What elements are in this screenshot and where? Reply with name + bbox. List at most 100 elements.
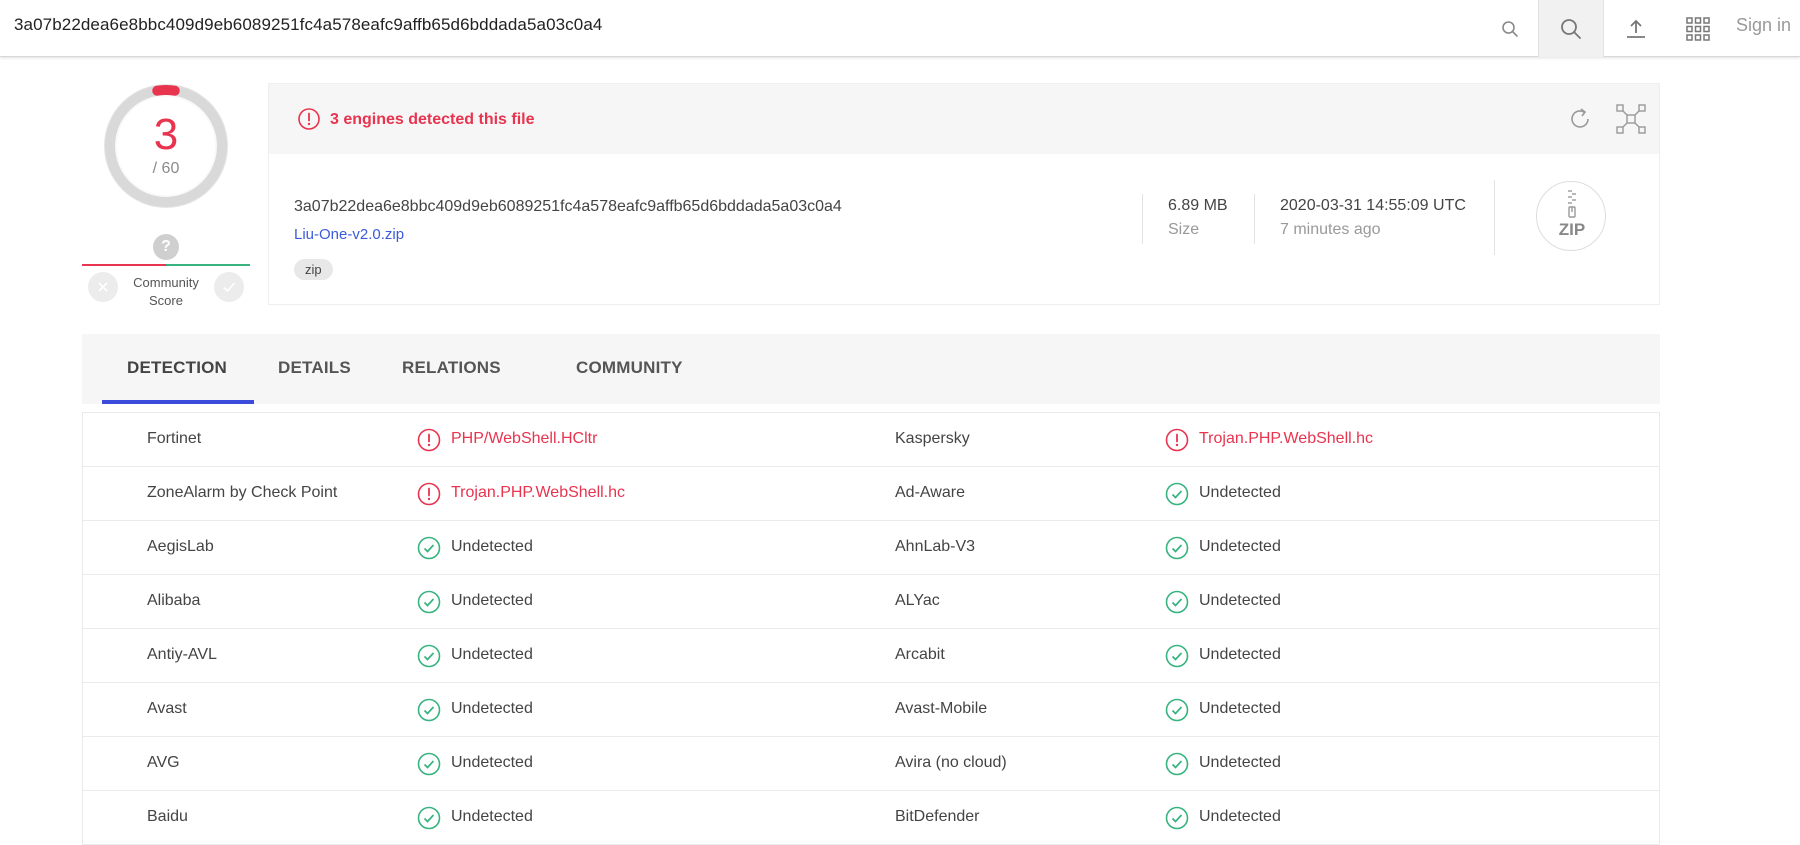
vote-harmful-button[interactable] xyxy=(88,272,118,302)
detection-banner-text: 3 engines detected this file xyxy=(330,111,535,128)
engine-name: ALYac xyxy=(895,592,940,609)
detection-result: Undetected xyxy=(1199,808,1281,825)
detection-result: Trojan.PHP.WebShell.hc xyxy=(451,484,626,501)
engine-name: Fortinet xyxy=(147,430,202,447)
file-tag[interactable]: zip xyxy=(294,259,333,280)
engine-name: Avira (no cloud) xyxy=(895,754,1007,771)
sign-in-link[interactable]: Sign in xyxy=(1736,15,1791,36)
check-circle-icon xyxy=(417,752,441,781)
upload-icon xyxy=(1627,19,1645,38)
engine-name: Alibaba xyxy=(147,592,201,609)
engine-name: AegisLab xyxy=(147,538,214,555)
detection-result: Undetected xyxy=(1199,646,1281,663)
community-score-label: Community Score xyxy=(133,275,199,308)
table-row: AegisLab Undetected AhnLab-V3 Undetected xyxy=(83,521,1659,575)
check-circle-icon xyxy=(417,806,441,835)
check-circle-icon xyxy=(1165,806,1189,835)
engine-name: Baidu xyxy=(147,808,188,825)
engine-name: Kaspersky xyxy=(895,430,970,447)
analysis-relative-time: 7 minutes ago xyxy=(1280,221,1381,238)
search-button[interactable] xyxy=(1538,0,1604,57)
detection-result: Undetected xyxy=(1199,484,1281,501)
table-row: Antiy-AVL Undetected Arcabit Undetected xyxy=(83,629,1659,683)
engine-name: Antiy-AVL xyxy=(147,646,217,663)
check-icon xyxy=(223,282,236,293)
community-bar-negative xyxy=(82,264,166,266)
check-circle-icon xyxy=(417,644,441,673)
zipper-icon xyxy=(1568,190,1576,218)
upload-button[interactable] xyxy=(1614,0,1658,57)
divider xyxy=(1494,180,1495,255)
clear-search-icon[interactable] xyxy=(1490,0,1530,57)
detection-result: Trojan.PHP.WebShell.hc xyxy=(1199,430,1374,447)
engine-name: BitDefender xyxy=(895,808,980,825)
community-score: ? Community Score xyxy=(82,232,250,312)
score-arc xyxy=(152,85,180,96)
tab-relations[interactable]: RELATIONS xyxy=(402,358,501,378)
table-row: Alibaba Undetected ALYac Undetected xyxy=(83,575,1659,629)
vote-harmless-button[interactable] xyxy=(214,272,244,302)
detection-result: Undetected xyxy=(1199,754,1281,771)
detection-result: Undetected xyxy=(451,646,533,663)
check-circle-icon xyxy=(417,698,441,727)
detection-result: Undetected xyxy=(451,754,533,771)
engine-name: AhnLab-V3 xyxy=(895,538,976,555)
engine-name: Avast xyxy=(147,700,187,717)
detection-result: Undetected xyxy=(451,538,533,555)
file-hash: 3a07b22dea6e8bbc409d9eb6089251fc4a578eaf… xyxy=(294,198,842,215)
check-circle-icon xyxy=(1165,482,1189,511)
alert-icon xyxy=(298,108,320,130)
engine-name: AVG xyxy=(147,754,180,771)
question-icon: ? xyxy=(153,234,179,260)
check-circle-icon xyxy=(1165,698,1189,727)
engine-name: Arcabit xyxy=(895,646,945,663)
file-type-label: ZIP xyxy=(1558,220,1586,239)
divider xyxy=(1142,194,1143,244)
detection-table: Fortinet PHP/WebShell.HCltr Kaspersky Troja… xyxy=(82,412,1660,845)
check-circle-icon xyxy=(1165,590,1189,619)
graph-icon[interactable] xyxy=(1616,104,1646,134)
file-type-badge: ZIP xyxy=(1536,181,1606,251)
table-row: ZoneAlarm by Check Point Trojan.PHP.WebSh… xyxy=(83,467,1659,521)
check-circle-icon xyxy=(417,590,441,619)
file-name-link[interactable]: Liu-One-v2.0.zip xyxy=(294,226,404,243)
active-tab-indicator xyxy=(102,400,254,404)
detection-result: Undetected xyxy=(1199,592,1281,609)
check-circle-icon xyxy=(1165,644,1189,673)
detection-result: Undetected xyxy=(451,592,533,609)
detected-count: 3 xyxy=(153,110,179,159)
check-circle-icon xyxy=(1165,536,1189,565)
detection-result: PHP/WebShell.HCltr xyxy=(451,430,598,447)
table-row: AVG Undetected Avira (no cloud) Undetected xyxy=(83,737,1659,791)
community-bar-positive xyxy=(166,264,250,266)
reanalyze-icon[interactable] xyxy=(1567,106,1593,132)
apps-grid-button[interactable] xyxy=(1676,0,1720,57)
close-icon xyxy=(98,282,108,292)
analysis-date: 2020-03-31 14:55:09 UTC xyxy=(1280,197,1466,214)
file-size-label: Size xyxy=(1168,221,1200,238)
check-circle-icon xyxy=(1165,752,1189,781)
table-row: Baidu Undetected BitDefender Undetected xyxy=(83,791,1659,845)
grid-icon xyxy=(1686,16,1710,41)
engine-name: Ad-Aware xyxy=(895,484,965,501)
detection-result: Undetected xyxy=(451,808,533,825)
top-bar: 3a07b22dea6e8bbc409d9eb6089251fc4a578eaf… xyxy=(0,0,1800,57)
alert-icon xyxy=(1165,428,1189,457)
tab-detection[interactable]: DETECTION xyxy=(127,358,227,378)
detection-result: Undetected xyxy=(451,700,533,717)
search-query-text[interactable]: 3a07b22dea6e8bbc409d9eb6089251fc4a578eaf… xyxy=(14,15,602,35)
total-engines: / 60 xyxy=(152,160,180,177)
detection-result: Undetected xyxy=(1199,538,1281,555)
check-circle-icon xyxy=(417,536,441,565)
file-summary-card: 3 engines detected this file 3a07b22dea6… xyxy=(268,83,1660,305)
detection-score-ring: 3 / 60 xyxy=(103,83,229,209)
report-tabs: DETECTION DETAILS RELATIONS COMMUNITY xyxy=(82,334,1660,404)
tab-details[interactable]: DETAILS xyxy=(278,358,351,378)
engine-name: Avast-Mobile xyxy=(895,700,988,717)
alert-icon xyxy=(417,482,441,511)
tab-community[interactable]: COMMUNITY xyxy=(576,358,683,378)
search-icon xyxy=(1561,18,1581,39)
table-row: Avast Undetected Avast-Mobile Undetected xyxy=(83,683,1659,737)
divider xyxy=(1254,194,1255,244)
alert-icon xyxy=(417,428,441,457)
